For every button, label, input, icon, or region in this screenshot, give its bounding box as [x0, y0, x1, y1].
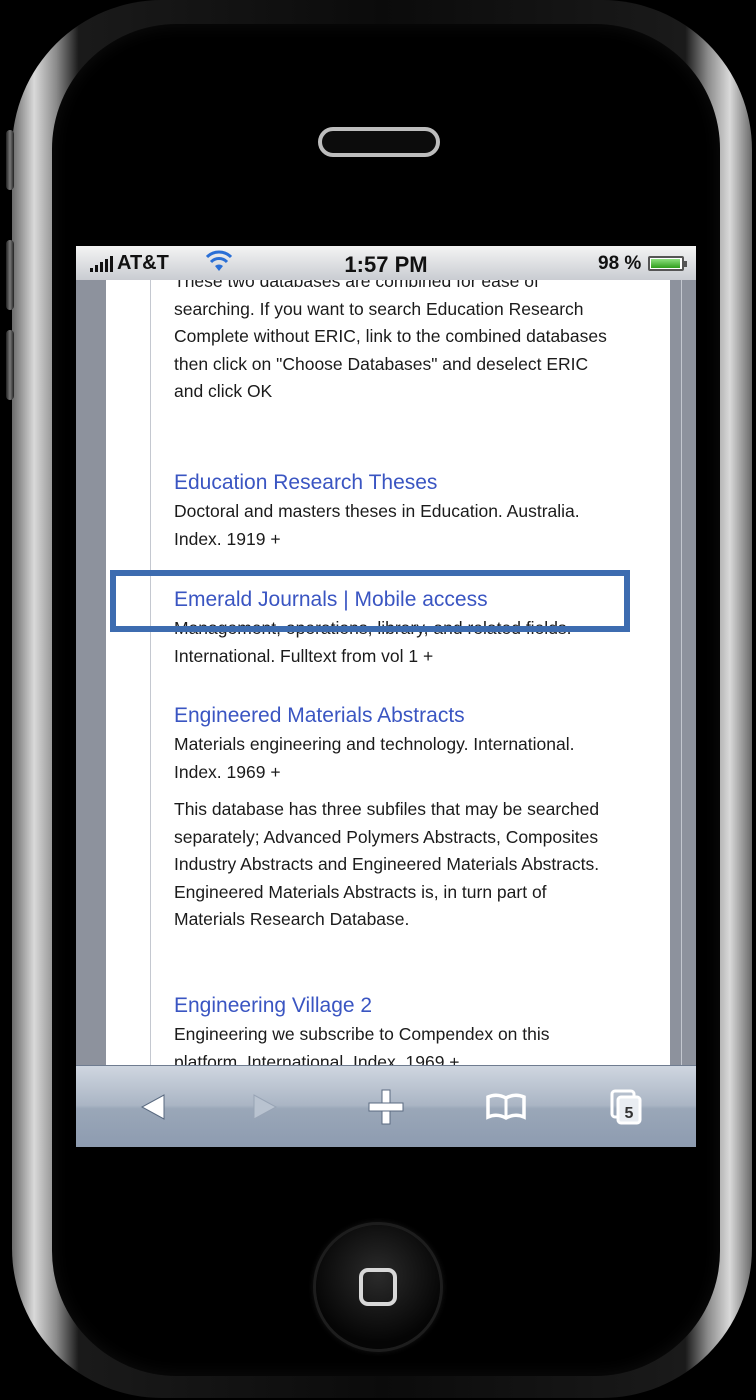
column-divider [150, 246, 151, 1147]
pages-count: 5 [625, 1105, 634, 1122]
page-gutter-left [76, 246, 106, 1147]
intro-paragraph: These two databases are combined for eas… [174, 271, 607, 401]
home-square-icon [359, 1268, 397, 1306]
forward-button[interactable] [234, 1080, 294, 1134]
list-item: Education Research Theses Doctoral and m… [174, 468, 614, 553]
phone-screen: These two databases are combined for eas… [76, 246, 696, 1147]
column-divider [681, 246, 682, 1147]
back-arrow-icon [140, 1094, 165, 1120]
safari-toolbar: 5 [76, 1065, 696, 1147]
list-item: Engineered Materials Abstracts Materials… [174, 701, 614, 934]
back-button[interactable] [124, 1080, 184, 1134]
volume-down-button [6, 330, 14, 400]
mute-switch [6, 130, 14, 190]
battery-icon [648, 256, 687, 271]
entry-link-education-research-theses[interactable]: Education Research Theses [174, 468, 614, 498]
entry-description: Doctoral and masters theses in Education… [174, 501, 580, 549]
battery-percent: 98 % [598, 253, 642, 274]
home-button[interactable] [316, 1225, 440, 1349]
add-bookmark-button[interactable] [356, 1080, 416, 1134]
entry-link-engineering-village-2[interactable]: Engineering Village 2 [174, 991, 614, 1021]
highlight-box-emerald-journals [110, 570, 630, 632]
entry-description: Materials engineering and technology. In… [174, 734, 575, 782]
list-item: Engineering Village 2 Engineering we sub… [174, 991, 614, 1076]
plus-icon [368, 1089, 404, 1125]
bookmarks-button[interactable] [476, 1080, 536, 1134]
bookmarks-book-icon [486, 1093, 526, 1121]
pages-icon: 5 [610, 1089, 642, 1125]
entry-note: This database has three subfiles that ma… [174, 799, 600, 929]
volume-up-button [6, 240, 14, 310]
pages-button[interactable]: 5 [596, 1080, 656, 1134]
entry-link-engineered-materials-abstracts[interactable]: Engineered Materials Abstracts [174, 701, 614, 731]
page-gutter-right [670, 246, 696, 1147]
forward-arrow-icon [253, 1094, 278, 1120]
earpiece-speaker [318, 127, 440, 157]
status-bar: AT&T 1:57 PM 98 % [76, 246, 696, 280]
